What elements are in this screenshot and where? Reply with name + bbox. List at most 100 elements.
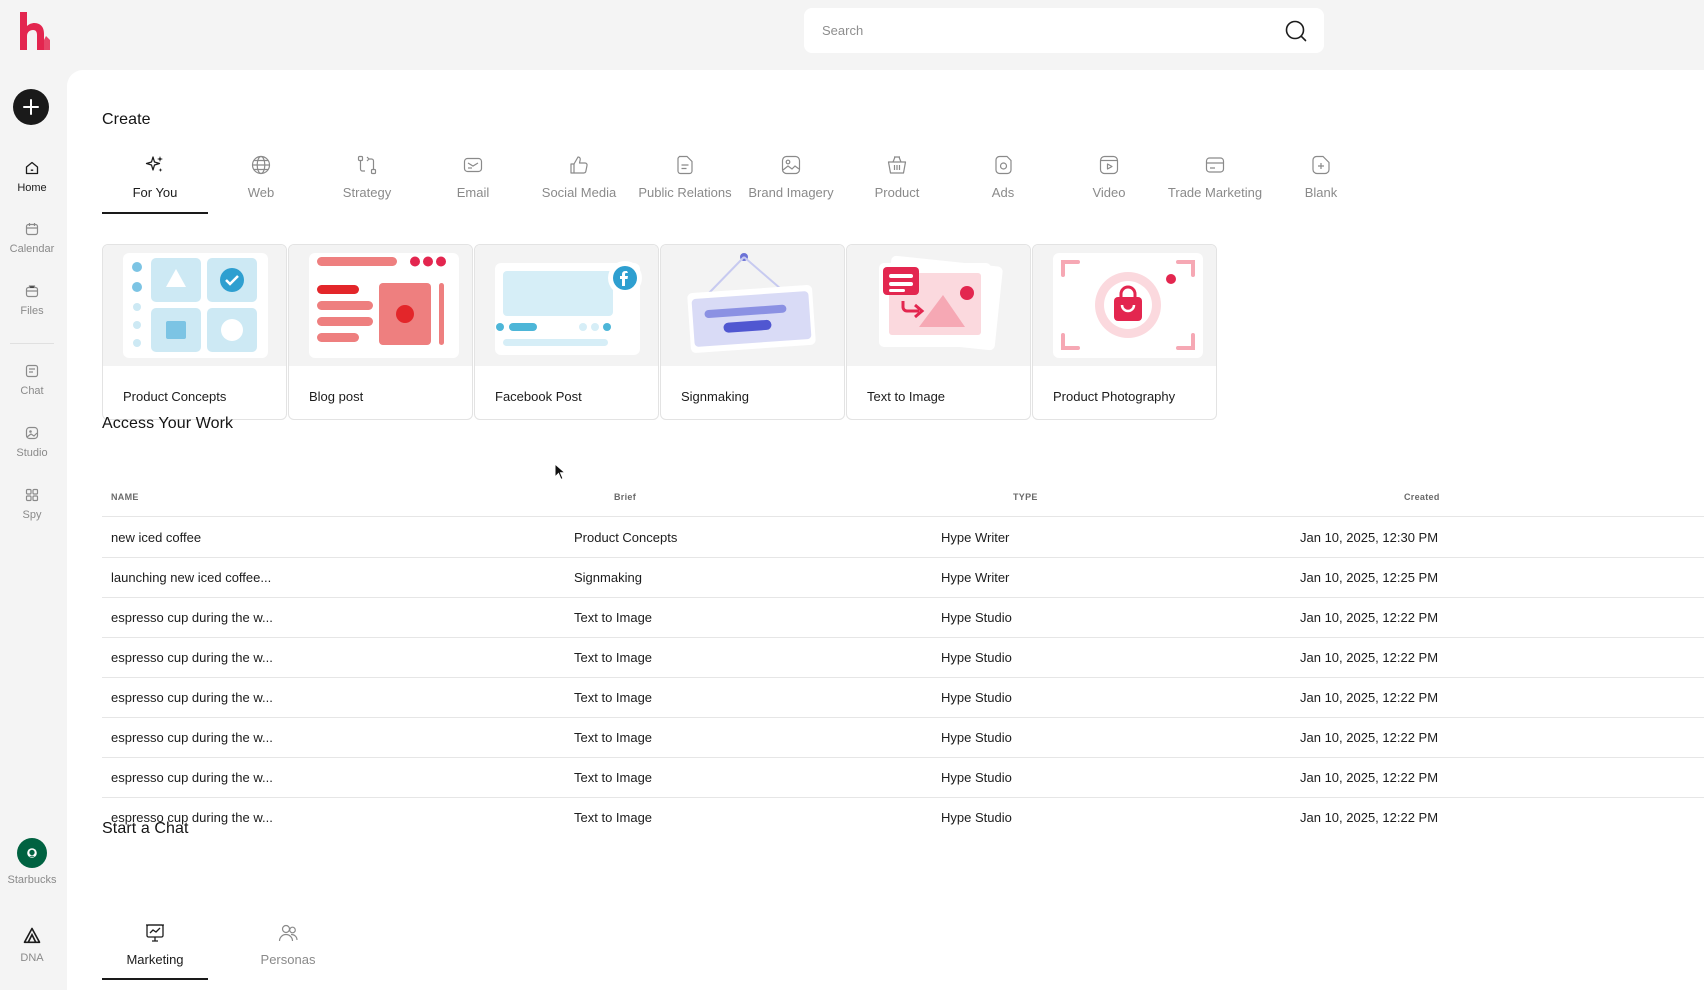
cell-brief: Product Concepts xyxy=(574,530,678,545)
cell-brief: Text to Image xyxy=(574,650,653,665)
tab-email[interactable]: Email xyxy=(420,152,526,212)
new-button[interactable] xyxy=(13,89,49,125)
cell-name: espresso cup during the w... xyxy=(111,690,273,705)
tab-label: For You xyxy=(132,185,178,200)
cell-type: Hype Studio xyxy=(941,810,1012,825)
table-row[interactable]: espresso cup during the w... Text to Imag… xyxy=(102,638,1704,678)
sidebar: Home Calendar Files Chat Studio Spy Star… xyxy=(0,0,66,990)
card-icon xyxy=(1205,157,1225,173)
search-input[interactable] xyxy=(822,23,1284,38)
sidebar-item-spy[interactable]: Spy xyxy=(0,487,64,521)
cell-brief: Text to Image xyxy=(574,730,653,745)
tab-marketing[interactable]: Marketing xyxy=(102,922,208,982)
home-icon xyxy=(25,161,39,175)
column-header-created[interactable]: Created xyxy=(1404,492,1440,502)
card-signmaking[interactable]: Signmaking xyxy=(660,244,845,420)
cell-name: new iced coffee xyxy=(111,530,202,545)
tab-ads[interactable]: Ads xyxy=(950,152,1056,212)
table-row[interactable]: espresso cup during the w... Text to Imag… xyxy=(102,678,1704,718)
sidebar-item-files[interactable]: Files xyxy=(0,283,64,317)
tab-strategy[interactable]: Strategy xyxy=(314,152,420,212)
tab-trade-marketing[interactable]: Trade Marketing xyxy=(1162,152,1268,212)
table-row[interactable]: espresso cup during the w... Text to Imag… xyxy=(102,718,1704,758)
spy-icon xyxy=(25,488,39,502)
cell-created: Jan 10, 2025, 12:22 PM xyxy=(1300,730,1439,745)
table-row[interactable]: espresso cup during the w... Text to Imag… xyxy=(102,798,1704,825)
cell-name: launching new iced coffee... xyxy=(111,570,272,585)
card-facebook-post[interactable]: Facebook Post xyxy=(474,244,659,420)
table-row[interactable]: new iced coffee Product Concepts Hype Writ… xyxy=(102,518,1704,558)
tab-personas[interactable]: Personas xyxy=(235,922,341,982)
tab-label: Personas xyxy=(260,952,316,967)
search-icon[interactable] xyxy=(1284,19,1308,43)
create-title: Create xyxy=(102,111,151,128)
card-label: Blog post xyxy=(309,389,364,404)
card-label: Signmaking xyxy=(681,389,749,404)
cell-type: Hype Studio xyxy=(941,730,1012,745)
tab-social-media[interactable]: Social Media xyxy=(526,152,632,212)
basket-icon xyxy=(887,156,907,174)
sidebar-divider xyxy=(10,343,54,344)
cell-created: Jan 10, 2025, 12:22 PM xyxy=(1300,810,1439,825)
main-panel: Create For You Web Strategy Email Social… xyxy=(67,70,1704,990)
tab-video[interactable]: Video xyxy=(1056,152,1162,212)
tab-product[interactable]: Product xyxy=(844,152,950,212)
plus-icon xyxy=(23,99,39,115)
image-icon xyxy=(781,155,801,175)
tab-label: Trade Marketing xyxy=(1167,185,1263,200)
tab-for-you[interactable]: For You xyxy=(102,152,208,214)
sparkles-icon xyxy=(145,156,163,172)
sidebar-item-studio[interactable]: Studio xyxy=(0,425,64,459)
cell-brief: Text to Image xyxy=(574,810,653,825)
card-product-concepts[interactable]: Product Concepts xyxy=(102,244,287,420)
tab-brand-imagery[interactable]: Brand Imagery xyxy=(738,152,844,212)
strategy-icon xyxy=(357,155,377,175)
card-label: Text to Image xyxy=(867,389,946,404)
work-title: Access Your Work xyxy=(102,415,234,432)
tab-label: Public Relations xyxy=(638,185,732,200)
table-row[interactable]: espresso cup during the w... Text to Imag… xyxy=(102,598,1704,638)
cell-type: Hype Studio xyxy=(941,770,1012,785)
table-row[interactable]: launching new iced coffee... Signmaking Hy… xyxy=(102,558,1704,598)
dna-icon xyxy=(23,927,41,944)
column-header-brief[interactable]: Brief xyxy=(614,492,636,502)
cell-name: espresso cup during the w... xyxy=(111,730,273,745)
cell-name: espresso cup during the w... xyxy=(111,770,273,785)
tab-label: Social Media xyxy=(541,185,617,200)
product-concepts-illustration xyxy=(123,253,268,358)
cell-created: Jan 10, 2025, 12:22 PM xyxy=(1300,690,1439,705)
cell-created: Jan 10, 2025, 12:30 PM xyxy=(1300,530,1439,545)
card-blog-post[interactable]: Blog post xyxy=(288,244,473,420)
card-thumbnail xyxy=(289,245,472,366)
card-text-to-image[interactable]: Text to Image xyxy=(846,244,1031,420)
files-icon xyxy=(25,285,39,298)
sidebar-item-calendar[interactable]: Calendar xyxy=(0,221,64,255)
cell-type: Hype Studio xyxy=(941,690,1012,705)
cell-brief: Text to Image xyxy=(574,690,653,705)
hype-logo-icon[interactable] xyxy=(18,10,52,52)
sidebar-item-brand[interactable]: Starbucks xyxy=(0,838,64,886)
work-table: NAME Brief TYPE Created new iced coffee P… xyxy=(102,480,1704,825)
tab-label: Brand Imagery xyxy=(748,185,834,200)
tab-label: Strategy xyxy=(342,185,392,200)
signmaking-illustration xyxy=(687,253,816,353)
column-header-name[interactable]: NAME xyxy=(111,492,139,502)
presentation-icon xyxy=(146,924,164,942)
mouse-cursor-icon xyxy=(554,463,566,481)
sidebar-item-dna[interactable]: DNA xyxy=(0,926,64,964)
tab-public-relations[interactable]: Public Relations xyxy=(632,152,738,212)
tab-web[interactable]: Web xyxy=(208,152,314,212)
column-header-type[interactable]: TYPE xyxy=(1013,492,1038,502)
sidebar-item-chat[interactable]: Chat xyxy=(0,363,64,397)
globe-icon xyxy=(251,155,271,175)
tab-blank[interactable]: Blank xyxy=(1268,152,1374,212)
tab-label: Product xyxy=(874,185,920,200)
sidebar-item-label: DNA xyxy=(20,952,44,964)
tab-label: Blank xyxy=(1304,185,1338,200)
sidebar-item-home[interactable]: Home xyxy=(0,160,64,194)
table-row[interactable]: espresso cup during the w... Text to Imag… xyxy=(102,758,1704,798)
tab-label: Video xyxy=(1092,185,1126,200)
cell-created: Jan 10, 2025, 12:22 PM xyxy=(1300,610,1439,625)
card-product-photography[interactable]: Product Photography xyxy=(1032,244,1217,420)
studio-icon xyxy=(25,426,39,440)
